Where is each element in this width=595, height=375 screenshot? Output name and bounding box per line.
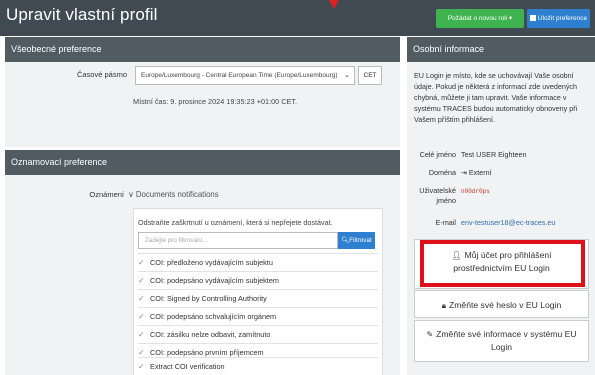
annotation-highlight-box — [420, 240, 585, 287]
general-preferences-title: Všeobecné preference — [11, 44, 102, 54]
filter-button[interactable]: 🔍︎Filtrovat — [338, 232, 375, 249]
documents-notifications-toggle[interactable]: ∨ Documents notifications — [128, 190, 219, 199]
timezone-label: Časové pásmo — [76, 70, 127, 79]
notification-item[interactable]: ✓ COI: předloženo vydávajícím subjektu — [138, 253, 378, 271]
domain-text: Externí — [468, 168, 492, 177]
timezone-short-button[interactable]: CET — [358, 66, 382, 85]
domain-value: ⇥ Externí — [461, 168, 492, 177]
notification-item[interactable]: ✓ COI: podepsáno schvalujícím orgánem — [138, 307, 378, 325]
notification-item-label: COI: podepsáno prvním příjemcem — [150, 348, 264, 357]
check-icon: ✓ — [138, 362, 145, 371]
check-icon: ✓ — [138, 276, 145, 285]
full-name-label: Celé jméno — [419, 150, 456, 159]
sign-in-icon: ⇥ — [461, 170, 467, 177]
check-icon: ✓ — [138, 312, 145, 321]
change-password-label: Změňte své heslo v EU Login — [449, 300, 562, 310]
notifications-hint: Odstraňte zaškrtnutí u oznámení, která s… — [138, 218, 333, 227]
timezone-value: Europe/Luxembourg - Central European Tim… — [141, 72, 338, 79]
notification-item-label: COI: Signed by Controlling Authority — [150, 294, 267, 303]
filter-button-label: Filtrovat — [349, 237, 372, 244]
change-info-button[interactable]: ✎ Změňte své informace v systému EU Login — [414, 320, 589, 362]
notifications-label: Oznámení — [89, 190, 124, 199]
annotation-arrow — [329, 0, 339, 9]
chevron-down-icon: ▾ — [507, 15, 513, 22]
username-label: Uživatelské jméno — [419, 186, 456, 205]
request-role-label: Požádat o novou roli — [447, 15, 508, 22]
documents-notifications-label: Documents notifications — [135, 190, 219, 199]
personal-info-title: Osobní informace — [413, 44, 485, 54]
request-role-button[interactable]: Požádat o novou roli ▾ — [436, 9, 524, 28]
notification-preferences-title: Oznamovací preference — [11, 157, 108, 167]
save-preferences-button[interactable]: Uložit preference — [527, 9, 590, 28]
domain-label: Doména — [428, 168, 456, 177]
page-title: Upravit vlastní profil — [6, 5, 158, 24]
save-preferences-label: Uložit preference — [537, 15, 588, 22]
chevron-down-icon: ⌄ — [344, 72, 350, 79]
personal-info-intro: EU Login je místo, kde se uchovávají Vaš… — [414, 71, 578, 124]
notification-item[interactable]: ✓ COI: zásilku nelze odbavit, zamítnuto — [138, 325, 378, 343]
email-label: E-mail — [435, 218, 456, 227]
check-icon: ✓ — [138, 330, 145, 339]
notification-item-label: COI: předloženo vydávajícím subjektu — [150, 258, 273, 267]
notification-item[interactable]: ✓ COI: podepsáno vydávajícím subjektem — [138, 271, 378, 289]
notification-item[interactable]: ✓ COI: Signed by Controlling Authority — [138, 289, 378, 307]
filter-input[interactable]: Zadejte pro filtrování... — [138, 232, 338, 249]
chevron-down-icon: ∨ — [128, 190, 136, 199]
notification-item-label: Extract COI verification — [150, 362, 225, 371]
general-preferences-panel: Všeobecné preference — [5, 37, 400, 147]
check-icon: ✓ — [138, 294, 145, 303]
timezone-select[interactable]: Europe/Luxembourg - Central European Tim… — [135, 66, 355, 85]
lock-icon: 🔒︎ — [441, 301, 446, 310]
full-name-value: Test USER Eighteen — [461, 150, 527, 159]
notification-item[interactable]: ✓ Extract COI verification — [138, 357, 378, 375]
change-password-button[interactable]: 🔒︎ Změňte své heslo v EU Login — [414, 290, 589, 318]
notification-item-label: COI: zásilku nelze odbavit, zamítnuto — [150, 330, 271, 339]
change-info-label: Změňte své informace v systému EU Login — [436, 329, 577, 352]
email-value[interactable]: env-testuser18@ec-traces.eu — [461, 218, 555, 227]
local-time-text: Místní čas: 9. prosince 2024 19:35:23 +0… — [133, 97, 298, 106]
check-icon: ✓ — [138, 258, 145, 267]
username-value: n00dr0ps — [461, 188, 490, 195]
pencil-icon: ✎ — [426, 330, 434, 339]
save-icon — [529, 15, 536, 21]
notification-item-label: COI: podepsáno vydávajícím subjektem — [150, 276, 279, 285]
notification-item-label: COI: podepsáno schvalujícím orgánem — [150, 312, 277, 321]
